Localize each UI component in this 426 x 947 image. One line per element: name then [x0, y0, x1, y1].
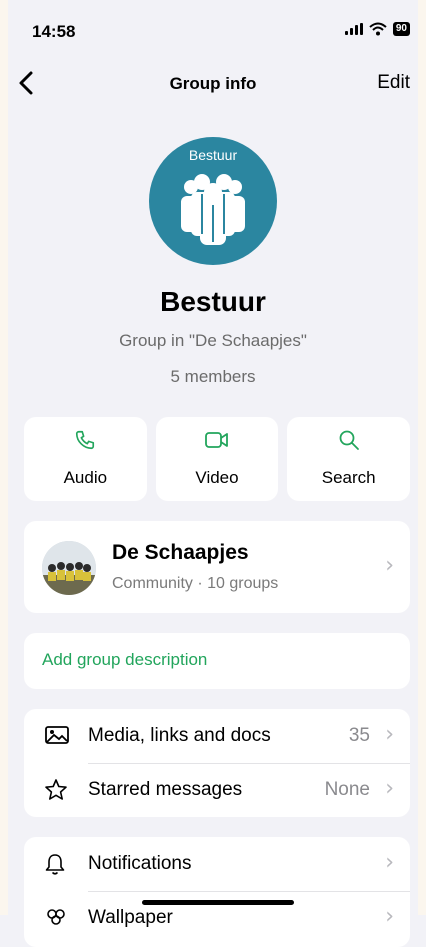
wifi-icon	[369, 22, 387, 36]
page-title: Group info	[169, 74, 257, 93]
search-button[interactable]: Search	[287, 417, 411, 501]
group-subtitle: Group in "De Schaapjes"	[119, 331, 307, 350]
home-indicator[interactable]	[142, 900, 294, 905]
status-time: 14:58	[32, 22, 76, 41]
edit-button[interactable]: Edit	[377, 72, 410, 94]
people-group-icon	[181, 174, 245, 245]
video-icon	[205, 432, 228, 448]
star-icon	[45, 779, 67, 800]
status-bar: 14:58 90	[0, 0, 426, 64]
signal-icon	[344, 23, 363, 35]
add-group-description-link[interactable]: Add group description	[42, 650, 207, 670]
chevron-right-icon: ›	[385, 553, 394, 578]
wallpaper-icon	[47, 909, 65, 925]
image-icon	[45, 726, 69, 744]
notifications-row[interactable]: Notifications ›	[24, 837, 410, 891]
video-label: Video	[195, 468, 239, 487]
community-name: De Schaapjes	[112, 541, 249, 564]
community-subtitle: Community · 10 groups	[112, 575, 279, 592]
wallpaper-label: Wallpaper	[88, 907, 173, 928]
description-card[interactable]: Add group description	[24, 633, 410, 689]
media-starred-card: Media, links and docs 35 › Starred messa…	[24, 709, 410, 817]
group-avatar[interactable]: Bestuur	[149, 137, 277, 265]
group-name: Bestuur	[160, 286, 266, 317]
starred-messages-row[interactable]: Starred messages None ›	[24, 763, 410, 817]
right-edge	[418, 0, 426, 915]
starred-value: None	[324, 779, 370, 800]
community-photo-icon	[42, 541, 96, 595]
community-card[interactable]: De Schaapjes Community · 10 groups ›	[24, 521, 410, 613]
search-icon	[339, 430, 359, 450]
search-label: Search	[321, 468, 376, 487]
phone-icon	[76, 430, 95, 450]
audio-label: Audio	[63, 468, 108, 487]
bell-icon	[45, 854, 65, 875]
media-count: 35	[348, 725, 370, 746]
left-edge	[0, 0, 8, 915]
community-avatar	[42, 541, 96, 595]
media-label: Media, links and docs	[88, 725, 271, 746]
group-members-count[interactable]: 5 members	[0, 367, 426, 387]
status-icons: 90	[344, 22, 410, 36]
video-call-button[interactable]: Video	[155, 417, 279, 501]
chevron-right-icon: ›	[385, 904, 394, 929]
starred-label: Starred messages	[88, 779, 243, 800]
chevron-right-icon: ›	[385, 850, 394, 875]
audio-call-button[interactable]: Audio	[24, 417, 147, 501]
navigation-bar: Group info Edit	[0, 64, 426, 104]
action-buttons: Audio Video Search	[24, 417, 411, 501]
chevron-right-icon: ›	[385, 722, 394, 747]
notifications-label: Notifications	[88, 853, 192, 874]
media-links-docs-row[interactable]: Media, links and docs 35 ›	[24, 709, 410, 763]
battery-icon: 90	[392, 22, 410, 36]
chevron-right-icon: ›	[385, 776, 394, 801]
settings-card: Notifications › Wallpaper ›	[24, 837, 410, 947]
